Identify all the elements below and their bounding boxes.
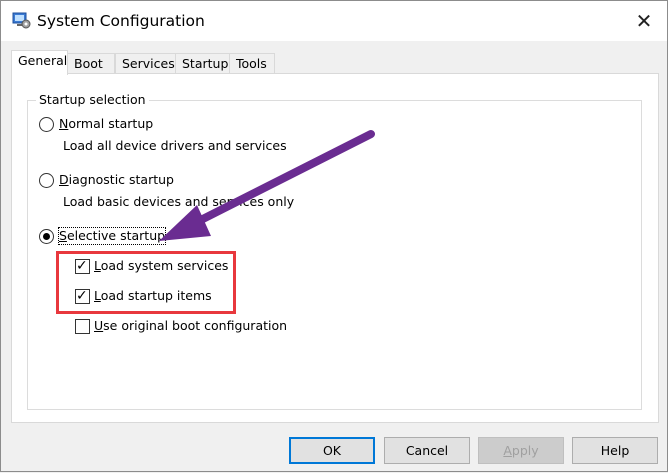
tab-boot[interactable]: Boot [67, 53, 115, 74]
close-icon: ✕ [635, 9, 653, 33]
system-configuration-window: System Configuration ✕ General Boot Serv… [0, 0, 668, 472]
normal-startup-text: ormal startup [68, 116, 154, 131]
system-configuration-icon [12, 12, 31, 29]
highlight-box [56, 251, 236, 314]
tab-boot-label: Boot [74, 56, 103, 71]
selective-startup-label[interactable]: Selective startup [57, 227, 167, 245]
tab-startup-label: Startup [182, 56, 229, 71]
use-original-boot-configuration-mnemonic: U [94, 318, 104, 333]
tab-services-label: Services [122, 56, 175, 71]
apply-mnemonic: A [503, 443, 512, 458]
apply-text: pply [511, 443, 539, 458]
diagnostic-startup-text: iagnostic startup [68, 172, 174, 187]
normal-startup-radio[interactable] [39, 117, 54, 132]
tab-tools-label: Tools [236, 56, 267, 71]
diagnostic-startup-radio[interactable] [39, 173, 54, 188]
selective-startup-text: elective startup [66, 228, 166, 243]
tab-startup[interactable]: Startup [175, 53, 230, 74]
help-button[interactable]: Help [572, 437, 658, 464]
use-original-boot-configuration-text: se original boot configuration [103, 318, 288, 333]
normal-startup-label[interactable]: Normal startup [59, 116, 153, 132]
normal-startup-description: Load all device drivers and services [63, 138, 287, 153]
tab-general-label: General [18, 53, 68, 68]
ok-button[interactable]: OK [289, 437, 375, 464]
radio-selected-dot [43, 233, 50, 240]
tab-services[interactable]: Services [115, 53, 177, 74]
title-bar[interactable]: System Configuration ✕ [1, 1, 667, 41]
cancel-button[interactable]: Cancel [384, 437, 470, 464]
selective-startup-radio[interactable] [39, 229, 54, 244]
selective-startup-mnemonic: S [59, 228, 67, 243]
use-original-boot-configuration-label[interactable]: Use original boot configuration [94, 318, 287, 334]
tab-general[interactable]: General [11, 50, 68, 75]
startup-selection-label: Startup selection [36, 92, 149, 108]
normal-startup-mnemonic: N [59, 116, 69, 131]
diagnostic-startup-mnemonic: D [59, 172, 69, 187]
diagnostic-startup-label[interactable]: Diagnostic startup [59, 172, 174, 188]
window-title: System Configuration [37, 12, 205, 30]
use-original-boot-configuration-checkbox[interactable] [75, 319, 90, 334]
tab-tools[interactable]: Tools [229, 53, 275, 74]
apply-button[interactable]: Apply [478, 437, 564, 464]
diagnostic-startup-description: Load basic devices and services only [63, 194, 295, 209]
close-button[interactable]: ✕ [621, 1, 667, 41]
